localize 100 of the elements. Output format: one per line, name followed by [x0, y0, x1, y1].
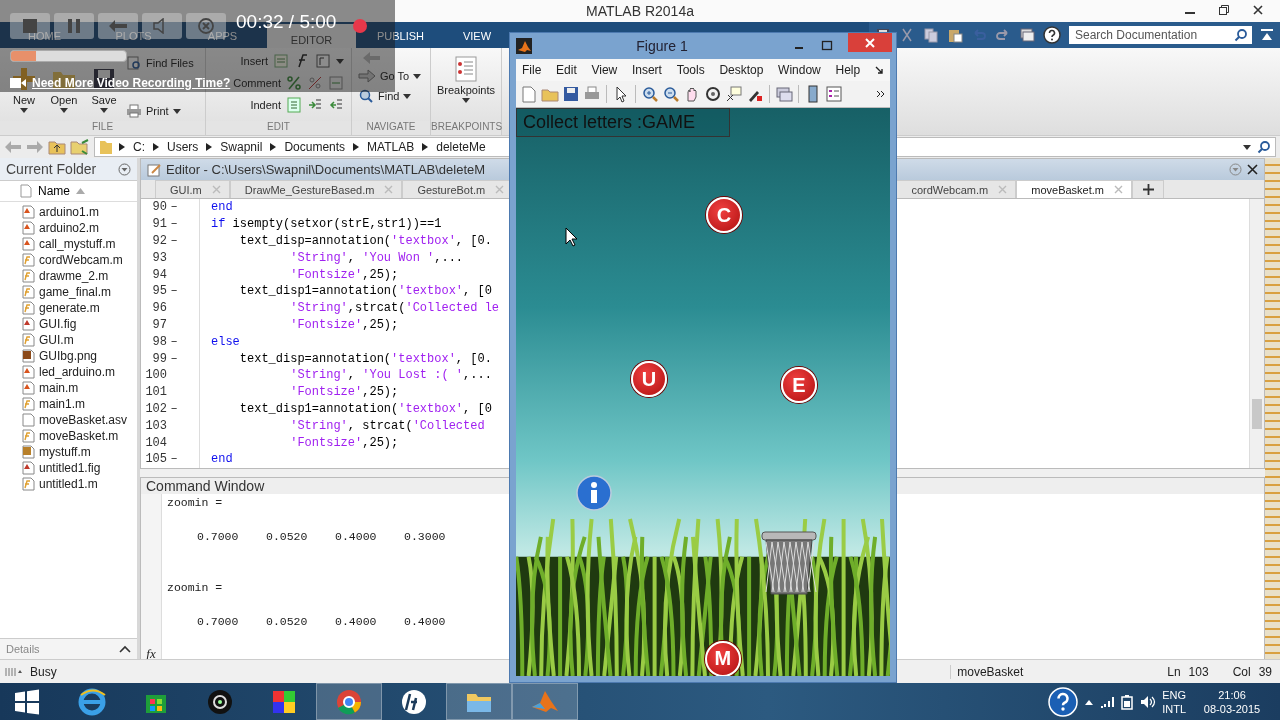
close-icon[interactable]: [1252, 4, 1264, 16]
menu-item[interactable]: Edit: [556, 63, 577, 77]
menu-item[interactable]: Window: [778, 63, 821, 77]
redo-icon[interactable]: [995, 27, 1011, 43]
ribbon-tab[interactable]: PUBLISH: [356, 26, 445, 46]
menu-item[interactable]: Help: [835, 63, 861, 77]
menu-item[interactable]: Insert: [631, 63, 662, 77]
panel-menu-icon[interactable]: [118, 162, 131, 176]
scrollbar[interactable]: [1249, 199, 1264, 468]
menu-item[interactable]: Desktop: [719, 63, 764, 77]
line-marker[interactable]: –: [170, 217, 178, 232]
pause-icon[interactable]: [66, 18, 82, 34]
column-header[interactable]: Name: [38, 184, 70, 198]
find-files-icon[interactable]: [126, 55, 142, 71]
find-files-button[interactable]: Find Files: [146, 57, 194, 69]
dock-arrow-icon[interactable]: [874, 65, 884, 75]
path-segment[interactable]: C:: [131, 140, 147, 154]
uncomment-icon[interactable]: [307, 75, 323, 91]
file-name[interactable]: main.m: [39, 381, 79, 395]
cut-icon[interactable]: [899, 27, 915, 43]
file-name[interactable]: call_mystuff.m: [39, 237, 116, 251]
back-arrow-icon[interactable]: [108, 19, 128, 33]
ribbon-tab[interactable]: VIEW: [445, 26, 509, 46]
line-marker[interactable]: –: [170, 334, 178, 349]
menu-item[interactable]: View: [591, 63, 618, 77]
menu-item[interactable]: Tools: [676, 63, 705, 77]
save-icon[interactable]: [562, 85, 580, 103]
file-name[interactable]: moveBasket.asv: [39, 413, 128, 427]
paste-icon[interactable]: [947, 27, 963, 43]
switch-windows-icon[interactable]: [1019, 27, 1035, 43]
input-language-button[interactable]: ENG INTL: [1162, 687, 1186, 716]
search-icon[interactable]: [1234, 28, 1248, 42]
search-icon[interactable]: [358, 88, 374, 104]
copy-icon[interactable]: [923, 27, 939, 43]
printer-icon[interactable]: [126, 103, 142, 119]
open-button[interactable]: Open: [50, 94, 78, 106]
start-button[interactable]: [14, 688, 40, 715]
line-marker[interactable]: –: [170, 284, 178, 299]
help-icon[interactable]: [1043, 26, 1061, 44]
legend-icon[interactable]: [825, 85, 843, 103]
file-name[interactable]: untitled1.fig: [39, 461, 101, 475]
file-name[interactable]: GUI.m: [39, 333, 74, 347]
save-button[interactable]: Save: [91, 94, 117, 106]
search-field[interactable]: Search Documentation: [1069, 26, 1252, 44]
clock[interactable]: 21:06 08-03-2015: [1192, 687, 1272, 716]
path-segment[interactable]: Users: [165, 140, 201, 154]
file-name[interactable]: drawme_2.m: [39, 269, 109, 283]
caret-icon[interactable]: [172, 108, 181, 114]
file-name[interactable]: untitled1.m: [39, 477, 98, 491]
line-marker[interactable]: –: [170, 234, 178, 248]
plus-icon[interactable]: [1142, 184, 1154, 195]
chevron-up-icon[interactable]: [119, 645, 131, 653]
more-icon[interactable]: [876, 90, 886, 98]
close-icon[interactable]: [1247, 164, 1258, 175]
file-name[interactable]: GUI.fig: [39, 317, 77, 331]
zoom-out-icon[interactable]: [662, 85, 680, 103]
data-cursor-icon[interactable]: [725, 85, 743, 103]
find-button[interactable]: Find: [378, 90, 400, 102]
path-segment[interactable]: MATLAB: [365, 140, 417, 154]
stop-icon[interactable]: [22, 18, 38, 34]
taskbar-chrome-icon[interactable]: [316, 683, 382, 720]
up-folder-icon[interactable]: [48, 139, 66, 155]
file-name[interactable]: game_final.m: [39, 285, 112, 299]
caret-icon[interactable]: [100, 108, 108, 113]
link-icon[interactable]: [775, 85, 793, 103]
file-name[interactable]: moveBasket.m: [39, 429, 119, 443]
line-marker[interactable]: –: [170, 452, 178, 467]
file-name[interactable]: generate.m: [39, 301, 100, 315]
file-name[interactable]: main1.m: [39, 397, 85, 411]
caret-icon[interactable]: [462, 98, 470, 103]
file-name[interactable]: mystuff.m: [39, 445, 91, 459]
file-name[interactable]: led_arduino.m: [39, 365, 116, 379]
breakpoints-icon[interactable]: [454, 56, 478, 82]
caret-icon[interactable]: [403, 93, 412, 99]
zoom-in-icon[interactable]: [641, 85, 659, 103]
line-marker[interactable]: –: [170, 200, 178, 215]
caret-icon[interactable]: [60, 108, 68, 113]
file-name[interactable]: GUIbg.png: [39, 349, 98, 363]
maximize-icon[interactable]: [820, 40, 834, 52]
go-to-button[interactable]: Go To: [380, 70, 410, 82]
file-name[interactable]: cordWebcam.m: [39, 253, 123, 267]
collapse-ribbon-icon[interactable]: [1260, 28, 1274, 42]
line-marker[interactable]: –: [170, 401, 178, 416]
breakpoints-button[interactable]: Breakpoints: [436, 84, 496, 96]
dropdown-caret-icon[interactable]: [1243, 144, 1251, 150]
file-name[interactable]: arduino1.m: [39, 205, 100, 219]
file-name[interactable]: arduino2.m: [39, 221, 100, 235]
signal-icon[interactable]: [1100, 695, 1115, 708]
menu-item[interactable]: File: [522, 63, 542, 77]
rotate-icon[interactable]: [704, 85, 722, 103]
new-button[interactable]: New: [13, 94, 35, 106]
caret-icon[interactable]: [20, 108, 28, 113]
search-icon[interactable]: [1257, 140, 1271, 154]
print-button[interactable]: Print: [146, 105, 169, 117]
path-segment[interactable]: Swapnil: [218, 140, 265, 154]
caret-icon[interactable]: [413, 73, 422, 79]
battery-icon[interactable]: [1120, 693, 1135, 710]
path-segment[interactable]: deleteMe: [434, 140, 488, 154]
browse-folder-icon[interactable]: [70, 139, 90, 155]
speaker-icon[interactable]: [1140, 694, 1157, 709]
